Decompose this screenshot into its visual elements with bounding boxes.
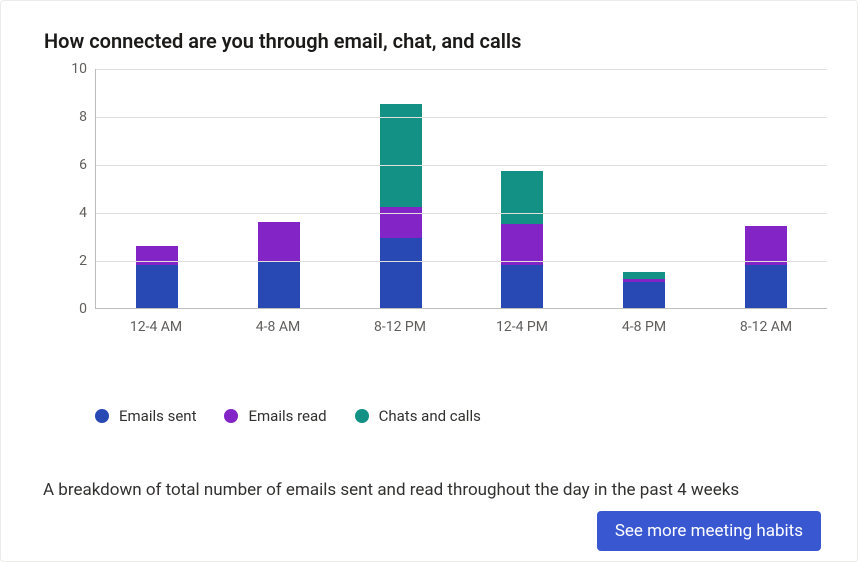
gridline — [96, 261, 827, 262]
bars — [96, 69, 827, 308]
insights-card: How connected are you through email, cha… — [0, 0, 858, 562]
bar-segment — [258, 262, 300, 308]
gridline — [96, 69, 827, 70]
legend-swatch-sent — [95, 409, 109, 423]
y-tick: 10 — [57, 61, 87, 77]
gridline — [96, 213, 827, 214]
x-tick: 4-8 PM — [594, 319, 694, 335]
legend-item-read: Emails read — [224, 407, 326, 425]
bar-segment — [623, 282, 665, 308]
x-axis-labels: 12-4 AM 4-8 AM 8-12 PM 12-4 PM 4-8 PM 8-12 AM — [95, 319, 827, 335]
x-tick: 4-8 AM — [228, 319, 328, 335]
bar — [501, 171, 543, 308]
card-description: A breakdown of total number of emails se… — [43, 479, 803, 503]
bar-segment — [136, 265, 178, 308]
gridline — [96, 165, 827, 166]
legend-label-sent: Emails sent — [119, 407, 196, 425]
y-tick: 2 — [57, 253, 87, 269]
x-tick: 12-4 AM — [106, 319, 206, 335]
bar — [745, 226, 787, 308]
card-title: How connected are you through email, cha… — [44, 29, 829, 53]
y-tick: 8 — [57, 109, 87, 125]
bar-segment — [501, 224, 543, 265]
legend-label-chats: Chats and calls — [379, 407, 481, 425]
bar — [258, 222, 300, 308]
bar-segment — [380, 238, 422, 308]
plot-area — [95, 69, 827, 309]
legend-item-sent: Emails sent — [95, 407, 196, 425]
bar — [380, 104, 422, 308]
y-tick: 4 — [57, 205, 87, 221]
see-more-button[interactable]: See more meeting habits — [597, 511, 821, 551]
x-tick: 8-12 AM — [716, 319, 816, 335]
legend-item-chats: Chats and calls — [355, 407, 481, 425]
bar-segment — [380, 207, 422, 238]
y-axis: 0246810 — [55, 69, 95, 309]
bar — [136, 246, 178, 308]
chart: 0246810 12-4 AM4-8 AM8-12 PM12-4 PM4-8 P… — [55, 69, 829, 349]
x-tick: 8-12 PM — [350, 319, 450, 335]
gridline — [96, 117, 827, 118]
bar-segment — [745, 226, 787, 264]
legend-swatch-read — [224, 409, 238, 423]
legend-swatch-chats — [355, 409, 369, 423]
x-tick: 12-4 PM — [472, 319, 572, 335]
bar-segment — [623, 272, 665, 279]
bar-segment — [745, 265, 787, 308]
y-tick: 0 — [57, 301, 87, 317]
bar-segment — [501, 265, 543, 308]
bar-segment — [501, 171, 543, 224]
bar — [623, 272, 665, 308]
legend: Emails sent Emails read Chats and calls — [95, 407, 829, 425]
bar-segment — [380, 104, 422, 207]
legend-label-read: Emails read — [248, 407, 326, 425]
bar-segment — [258, 222, 300, 263]
y-tick: 6 — [57, 157, 87, 173]
